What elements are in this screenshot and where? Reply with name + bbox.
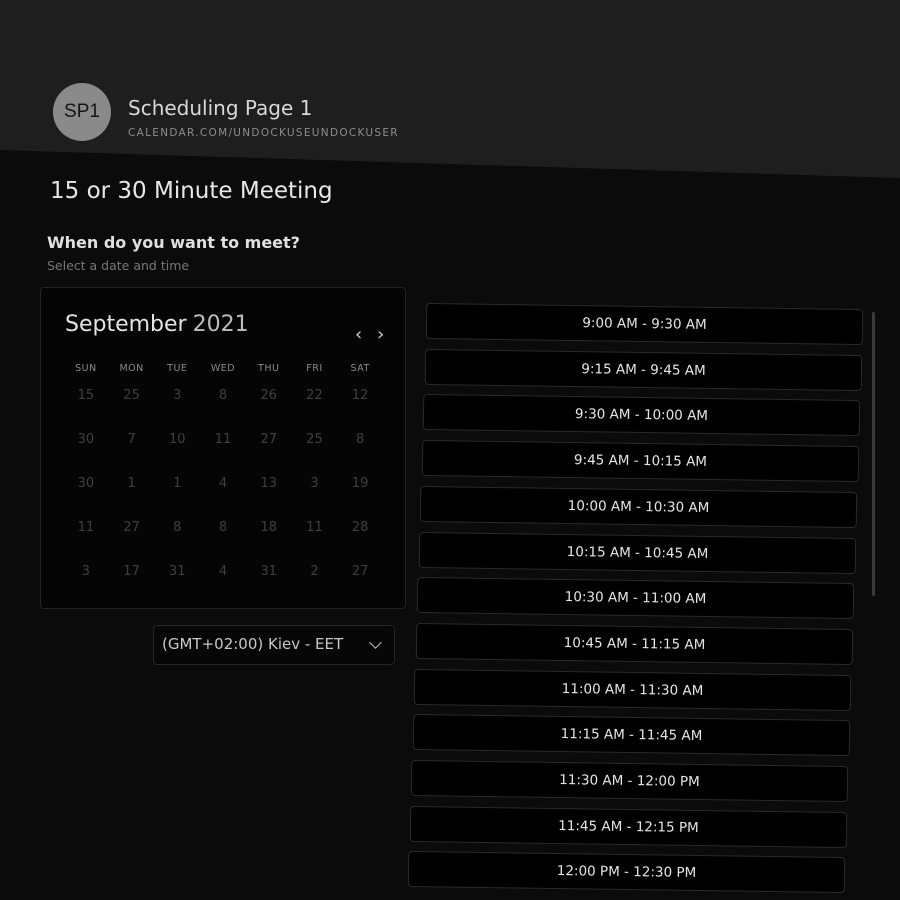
calendar-day[interactable]: 8 bbox=[337, 432, 383, 447]
calendar-day[interactable]: 30 bbox=[63, 476, 109, 491]
calendar-day[interactable]: 30 bbox=[63, 432, 109, 447]
calendar-day[interactable]: 7 bbox=[109, 432, 155, 447]
weekday-label: SUN bbox=[75, 363, 97, 374]
calendar-week-row: 30 1 1 4 13 3 19 bbox=[63, 476, 383, 491]
calendar-year: 2021 bbox=[192, 312, 249, 337]
time-slot-button[interactable]: 9:15 AM - 9:45 AM bbox=[424, 348, 862, 391]
weekday-label: SAT bbox=[350, 363, 370, 374]
time-slot-button[interactable]: 10:00 AM - 10:30 AM bbox=[419, 485, 858, 528]
calendar-day[interactable]: 11 bbox=[200, 432, 246, 447]
calendar-day[interactable]: 10 bbox=[154, 432, 200, 447]
weekday-label: THU bbox=[258, 363, 280, 374]
avatar: SP1 bbox=[53, 83, 111, 141]
calendar-day[interactable]: 12 bbox=[337, 388, 383, 403]
calendar-day[interactable]: 8 bbox=[200, 520, 246, 535]
time-slot-button[interactable]: 11:15 AM - 11:45 AM bbox=[412, 714, 850, 757]
time-slot-button[interactable]: 11:30 AM - 12:00 PM bbox=[410, 759, 849, 803]
calendar-day[interactable]: 11 bbox=[63, 520, 109, 535]
calendar-week-row: 15 25 3 8 26 22 12 bbox=[63, 388, 383, 403]
calendar-day[interactable]: 3 bbox=[154, 388, 200, 403]
time-slot-button[interactable]: 10:15 AM - 10:45 AM bbox=[418, 531, 856, 574]
calendar-day[interactable]: 25 bbox=[292, 432, 338, 447]
weekday-header: SUN MON TUE WED THU FRI SAT bbox=[63, 363, 383, 374]
weekday-label: TUE bbox=[167, 363, 188, 374]
page-name: Scheduling Page 1 bbox=[128, 96, 313, 120]
calendar-day[interactable]: 25 bbox=[109, 388, 155, 403]
profile-header bbox=[0, 0, 900, 178]
time-slot-button[interactable]: 10:45 AM - 11:15 AM bbox=[415, 622, 853, 665]
calendar-title: September 2021 bbox=[65, 312, 249, 337]
time-slot-button[interactable]: 11:00 AM - 11:30 AM bbox=[413, 668, 852, 711]
weekday-label: WED bbox=[210, 363, 236, 374]
calendar: September 2021 ‹ › SUN MON TUE WED THU FRI SAT … bbox=[40, 287, 406, 609]
calendar-week-row: 30 7 10 11 27 25 8 bbox=[63, 432, 383, 447]
calendar-day[interactable]: 31 bbox=[154, 564, 200, 579]
question-heading: When do you want to meet? bbox=[47, 233, 300, 252]
calendar-day[interactable]: 1 bbox=[154, 476, 200, 491]
weekday-label: MON bbox=[119, 363, 144, 374]
calendar-day[interactable]: 3 bbox=[63, 564, 109, 579]
time-slot-button[interactable]: 12:00 PM - 12:30 PM bbox=[407, 851, 846, 894]
calendar-day[interactable]: 2 bbox=[292, 564, 338, 579]
calendar-day[interactable]: 3 bbox=[292, 476, 338, 491]
calendar-day[interactable]: 8 bbox=[154, 520, 200, 535]
calendar-day[interactable]: 27 bbox=[246, 432, 292, 447]
calendar-day[interactable]: 8 bbox=[200, 388, 246, 403]
calendar-day[interactable]: 27 bbox=[109, 520, 155, 535]
calendar-day[interactable]: 4 bbox=[200, 564, 246, 579]
time-slot-button[interactable]: 9:45 AM - 10:15 AM bbox=[421, 440, 859, 483]
calendar-month: September bbox=[65, 312, 187, 337]
chevron-left-icon[interactable]: ‹ bbox=[355, 324, 362, 345]
timezone-select[interactable]: (GMT+02:00) Kiev - EET bbox=[153, 625, 395, 665]
calendar-week-row: 3 17 31 4 31 2 27 bbox=[63, 564, 383, 579]
time-slot-button[interactable]: 10:30 AM - 11:00 AM bbox=[416, 577, 855, 620]
calendar-day[interactable]: 22 bbox=[292, 388, 338, 403]
calendar-day[interactable]: 26 bbox=[246, 388, 292, 403]
chevron-right-icon[interactable]: › bbox=[377, 324, 384, 345]
calendar-day[interactable]: 11 bbox=[292, 520, 338, 535]
scrollbar[interactable] bbox=[872, 312, 875, 596]
calendar-week-row: 11 27 8 8 18 11 28 bbox=[63, 520, 383, 535]
calendar-day[interactable]: 17 bbox=[109, 564, 155, 579]
time-slot-button[interactable]: 9:30 AM - 10:00 AM bbox=[422, 394, 861, 437]
time-slot-button[interactable]: 9:00 AM - 9:30 AM bbox=[425, 302, 864, 346]
time-slot-button[interactable]: 11:45 AM - 12:15 PM bbox=[409, 805, 847, 848]
page-url[interactable]: CALENDAR.COM/UNDOCKUSEUNDOCKUSER bbox=[128, 127, 399, 139]
calendar-day[interactable]: 1 bbox=[109, 476, 155, 491]
timezone-value: (GMT+02:00) Kiev - EET bbox=[162, 635, 344, 653]
calendar-day[interactable]: 27 bbox=[337, 564, 383, 579]
calendar-day[interactable]: 31 bbox=[246, 564, 292, 579]
chevron-down-icon bbox=[369, 636, 382, 649]
calendar-day[interactable]: 18 bbox=[246, 520, 292, 535]
calendar-day[interactable]: 13 bbox=[246, 476, 292, 491]
calendar-day[interactable]: 19 bbox=[337, 476, 383, 491]
calendar-day[interactable]: 15 bbox=[63, 388, 109, 403]
weekday-label: FRI bbox=[306, 363, 323, 374]
instruction-text: Select a date and time bbox=[47, 258, 190, 273]
calendar-day[interactable]: 28 bbox=[337, 520, 383, 535]
meeting-title: 15 or 30 Minute Meeting bbox=[50, 178, 333, 204]
calendar-day[interactable]: 4 bbox=[200, 476, 246, 491]
